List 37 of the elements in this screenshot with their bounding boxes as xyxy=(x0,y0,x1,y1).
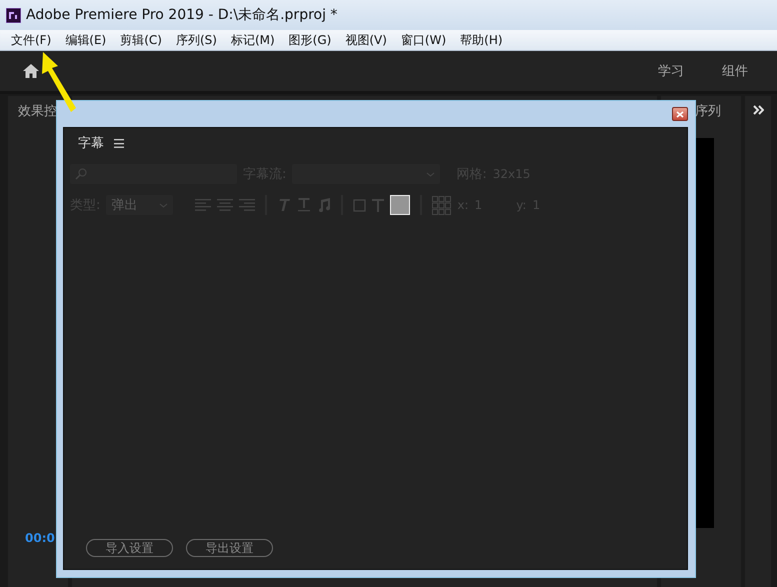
close-button[interactable] xyxy=(672,107,688,121)
menu-item[interactable]: 图形(G) xyxy=(282,32,338,48)
italic-icon[interactable] xyxy=(277,198,292,212)
position-grid-icon[interactable] xyxy=(432,196,452,214)
align-center-icon[interactable] xyxy=(217,198,234,212)
window-title: Adobe Premiere Pro 2019 - D:\未命名.prproj * xyxy=(26,6,338,24)
search-icon xyxy=(75,168,87,180)
menu-item[interactable]: 视图(V) xyxy=(338,32,394,48)
menu-item[interactable]: 窗口(W) xyxy=(394,32,454,48)
menu-item[interactable]: 标记(M) xyxy=(224,32,282,48)
chevron-icon xyxy=(426,172,436,176)
menu-item[interactable]: 帮助(H) xyxy=(453,32,510,48)
background-box-icon[interactable] xyxy=(353,198,366,212)
menu-item[interactable]: 文件(F) xyxy=(4,32,58,48)
color-swatch[interactable] xyxy=(390,195,410,215)
panel-title: 字幕 xyxy=(78,135,104,152)
align-left-icon[interactable] xyxy=(195,198,212,212)
settings-button[interactable]: 导入设置 xyxy=(86,539,173,557)
settings-button[interactable]: 导出设置 xyxy=(186,539,273,557)
chevron-icon xyxy=(159,202,168,208)
menu-icon[interactable] xyxy=(114,138,124,148)
timecode: 00:0 xyxy=(25,531,55,545)
menu-item[interactable]: 剪辑(C) xyxy=(113,32,169,48)
text-color-icon[interactable] xyxy=(372,198,384,212)
search-field[interactable] xyxy=(70,164,237,184)
home-icon[interactable] xyxy=(22,63,40,79)
menu-item[interactable]: 编辑(E) xyxy=(58,32,114,48)
more-panels-icon[interactable] xyxy=(752,105,764,115)
workspace-tab[interactable]: 组件 xyxy=(703,62,767,80)
app-logo-icon xyxy=(6,8,21,22)
menu-item[interactable]: 序列(S) xyxy=(168,32,224,48)
music-note-icon[interactable] xyxy=(317,198,332,212)
align-right-icon[interactable] xyxy=(239,198,256,212)
close-icon xyxy=(676,110,684,118)
workspace-tab[interactable]: 学习 xyxy=(639,62,703,80)
underline-icon[interactable] xyxy=(297,198,312,212)
caption-stream-dropdown[interactable] xyxy=(292,164,440,184)
